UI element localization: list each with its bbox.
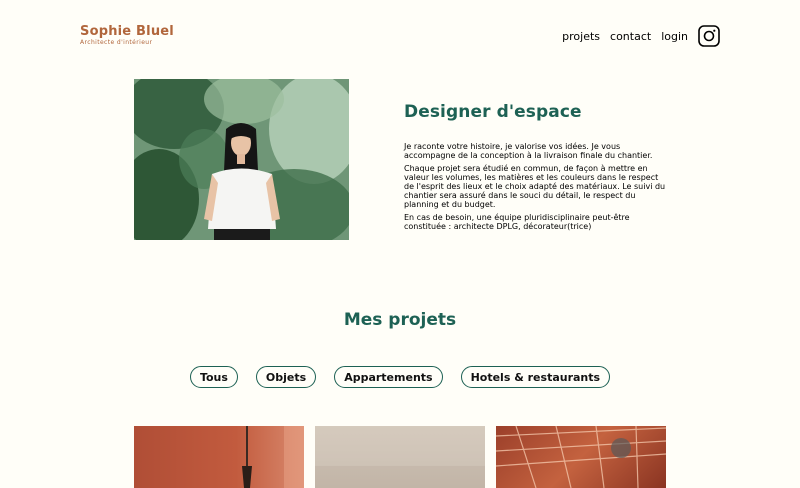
filter-objets-button[interactable]: Objets bbox=[255, 366, 317, 388]
nav-login[interactable]: login bbox=[661, 30, 688, 43]
project-card[interactable] bbox=[315, 426, 485, 488]
intro-title: Designer d'espace bbox=[404, 102, 582, 122]
filter-tous-button[interactable]: Tous bbox=[189, 366, 238, 388]
filter-appartements-button[interactable]: Appartements bbox=[334, 366, 443, 388]
brand-logo[interactable]: Sophie Bluel Architecte d'intérieur bbox=[80, 25, 174, 46]
intro-paragraph: Je raconte votre histoire, je valorise v… bbox=[404, 142, 653, 160]
intro-text: Designer d'espace Je raconte votre histo… bbox=[404, 102, 670, 235]
portrait-photo bbox=[134, 79, 349, 240]
intro-paragraph: Chaque projet sera étudié en commun, de … bbox=[404, 164, 666, 209]
intro-paragraph: En cas de besoin, une équipe pluridiscip… bbox=[404, 213, 630, 231]
nav-projets[interactable]: projets bbox=[562, 30, 600, 43]
brand-name: Sophie Bluel bbox=[80, 24, 174, 39]
filter-hotels-restaurants-button[interactable]: Hotels & restaurants bbox=[460, 366, 611, 388]
nav-contact[interactable]: contact bbox=[610, 30, 651, 43]
projects-title: Mes projets bbox=[343, 310, 457, 330]
filter-bar: Tous Objets Appartements Hotels & restau… bbox=[0, 366, 800, 388]
project-card[interactable] bbox=[496, 426, 666, 488]
project-gallery bbox=[134, 426, 666, 488]
page: Sophie Bluel Architecte d'intérieur proj… bbox=[0, 0, 800, 488]
main-nav: projets contact login bbox=[562, 25, 720, 47]
instagram-icon[interactable] bbox=[698, 25, 720, 47]
brand-subtitle: Architecte d'intérieur bbox=[80, 39, 153, 46]
project-card[interactable] bbox=[134, 426, 304, 488]
